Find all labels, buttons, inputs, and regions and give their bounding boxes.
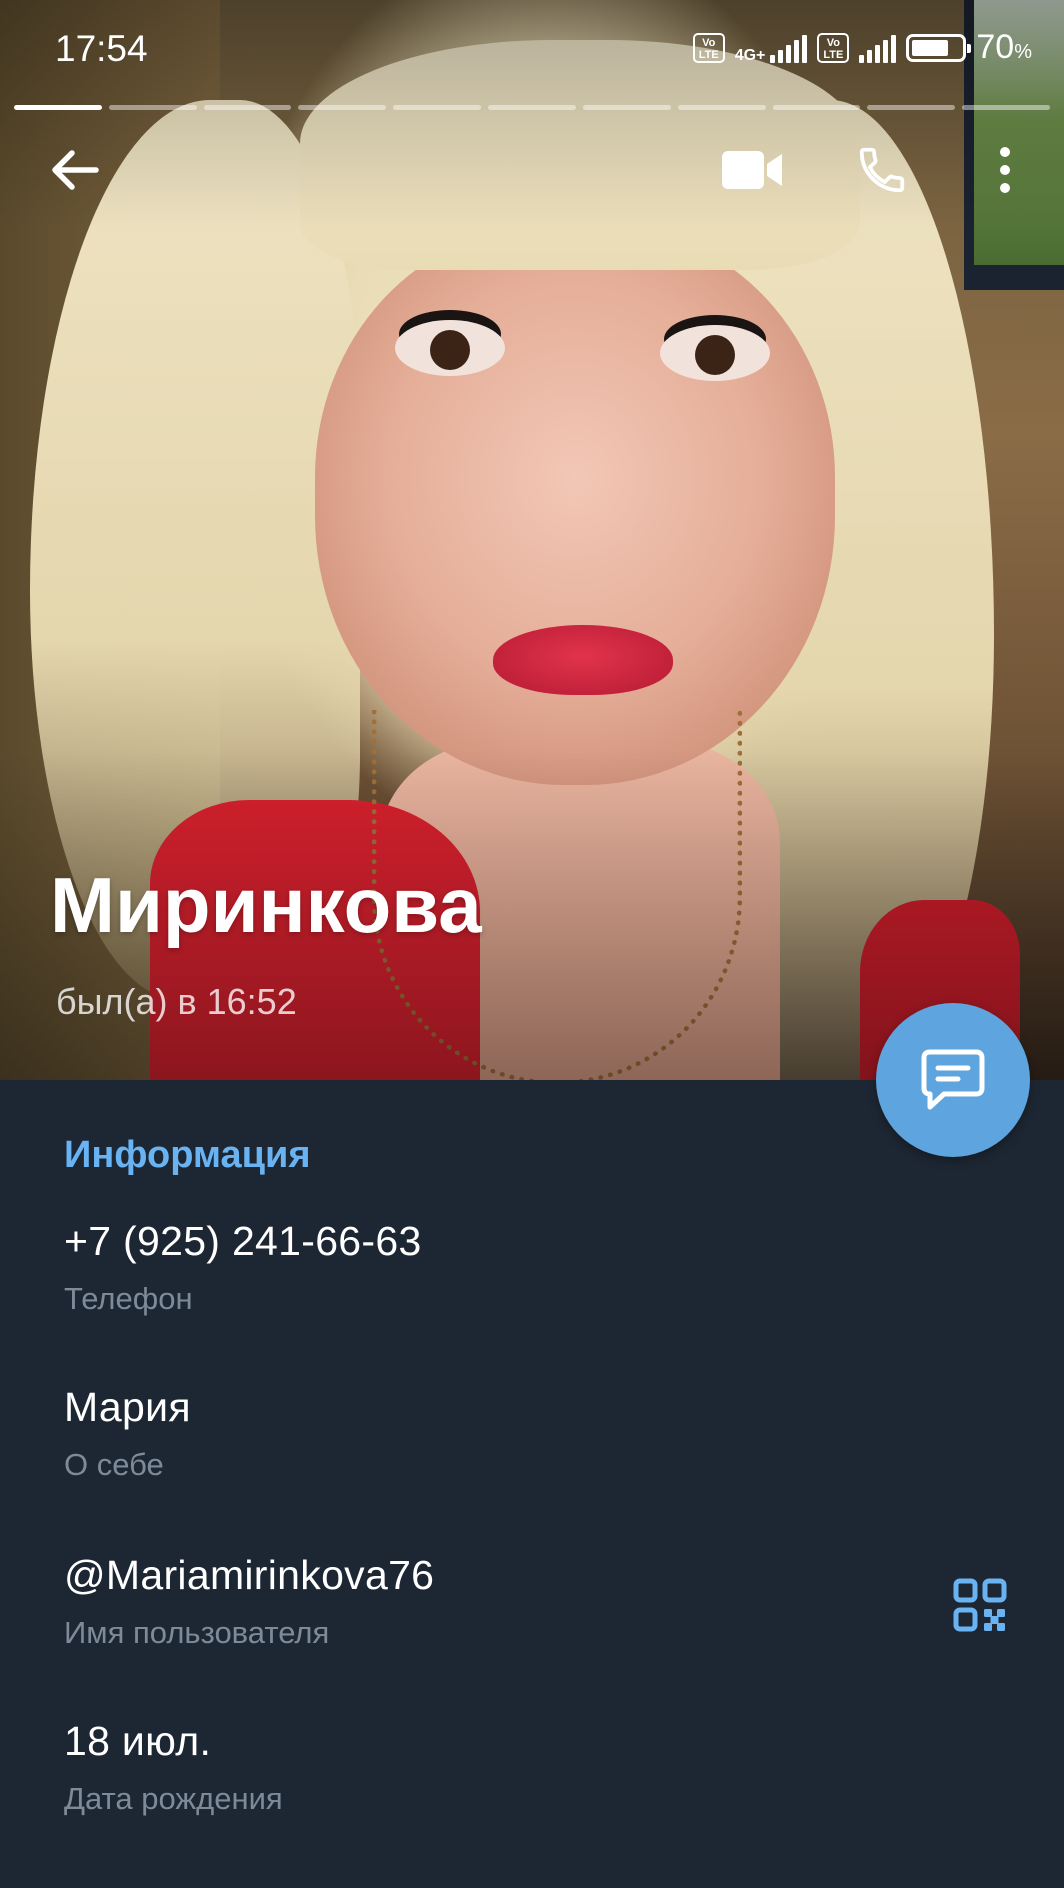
photo-progress-segment <box>393 105 482 110</box>
message-button[interactable] <box>876 1003 1030 1157</box>
status-indicators: Vo LTE 4G+ Vo LTE 70% <box>692 28 1032 67</box>
photo-progress-segment <box>772 105 861 110</box>
message-icon <box>921 1049 985 1110</box>
username-label: Имя пользователя <box>64 1615 330 1650</box>
video-call-button[interactable] <box>712 130 792 210</box>
phone-row[interactable]: +7 (925) 241-66-63 Телефон <box>64 1218 964 1317</box>
last-seen-status: был(а) в 16:52 <box>56 981 297 1022</box>
qr-code-button[interactable] <box>950 1575 1010 1635</box>
back-button[interactable] <box>35 130 115 210</box>
video-camera-icon <box>722 151 782 189</box>
status-bar: 17:54 Vo LTE 4G+ Vo LTE 70% <box>0 0 1064 100</box>
phone-icon <box>859 147 905 193</box>
profile-name: Миринкова <box>50 861 482 949</box>
signal-icon: 4G+ <box>735 33 808 63</box>
birthday-value: 18 июл. <box>64 1718 212 1764</box>
profile-screen: 17:54 Vo LTE 4G+ Vo LTE 70% Миринкова бы… <box>0 0 1064 1888</box>
status-time: 17:54 <box>55 28 148 69</box>
photo-progress-segment <box>108 105 197 110</box>
phone-label: Телефон <box>64 1281 193 1316</box>
info-header: Информация <box>64 1134 311 1176</box>
qr-code-icon <box>953 1578 1007 1632</box>
photo-progress-segment <box>488 105 576 110</box>
photo-progress-segment <box>203 105 292 110</box>
volte-icon: Vo LTE <box>692 32 725 63</box>
photo-progress-segment <box>582 105 671 110</box>
photo-progress-bar <box>14 105 1050 111</box>
more-options-button[interactable] <box>975 130 1035 210</box>
battery-icon <box>906 33 972 62</box>
signal-icon-2 <box>859 33 897 63</box>
info-section: Информация +7 (925) 241-66-63 Телефон Ма… <box>0 1080 1064 1888</box>
bio-label: О себе <box>64 1447 164 1482</box>
bio-row[interactable]: Мария О себе <box>64 1384 964 1483</box>
arrow-left-icon <box>52 150 99 190</box>
toolbar <box>0 130 1064 210</box>
photo-progress-segment <box>962 105 1050 110</box>
more-vertical-icon <box>1000 147 1010 193</box>
photo-progress-segment <box>14 105 102 110</box>
volte-icon-2: Vo LTE <box>817 32 850 63</box>
birthday-label: Дата рождения <box>64 1781 283 1816</box>
username-row[interactable]: @Mariamirinkova76 Имя пользователя <box>64 1552 964 1651</box>
bio-value: Мария <box>64 1384 191 1430</box>
username-value: @Mariamirinkova76 <box>64 1552 435 1598</box>
photo-progress-segment <box>867 105 956 110</box>
birthday-row[interactable]: 18 июл. Дата рождения <box>64 1718 964 1817</box>
photo-progress-segment <box>677 105 766 110</box>
photo-progress-segment <box>298 105 387 110</box>
phone-value: +7 (925) 241-66-63 <box>64 1218 422 1264</box>
battery-percent: 70% <box>976 28 1032 66</box>
network-type: 4G+ <box>734 46 766 64</box>
call-button[interactable] <box>842 130 922 210</box>
